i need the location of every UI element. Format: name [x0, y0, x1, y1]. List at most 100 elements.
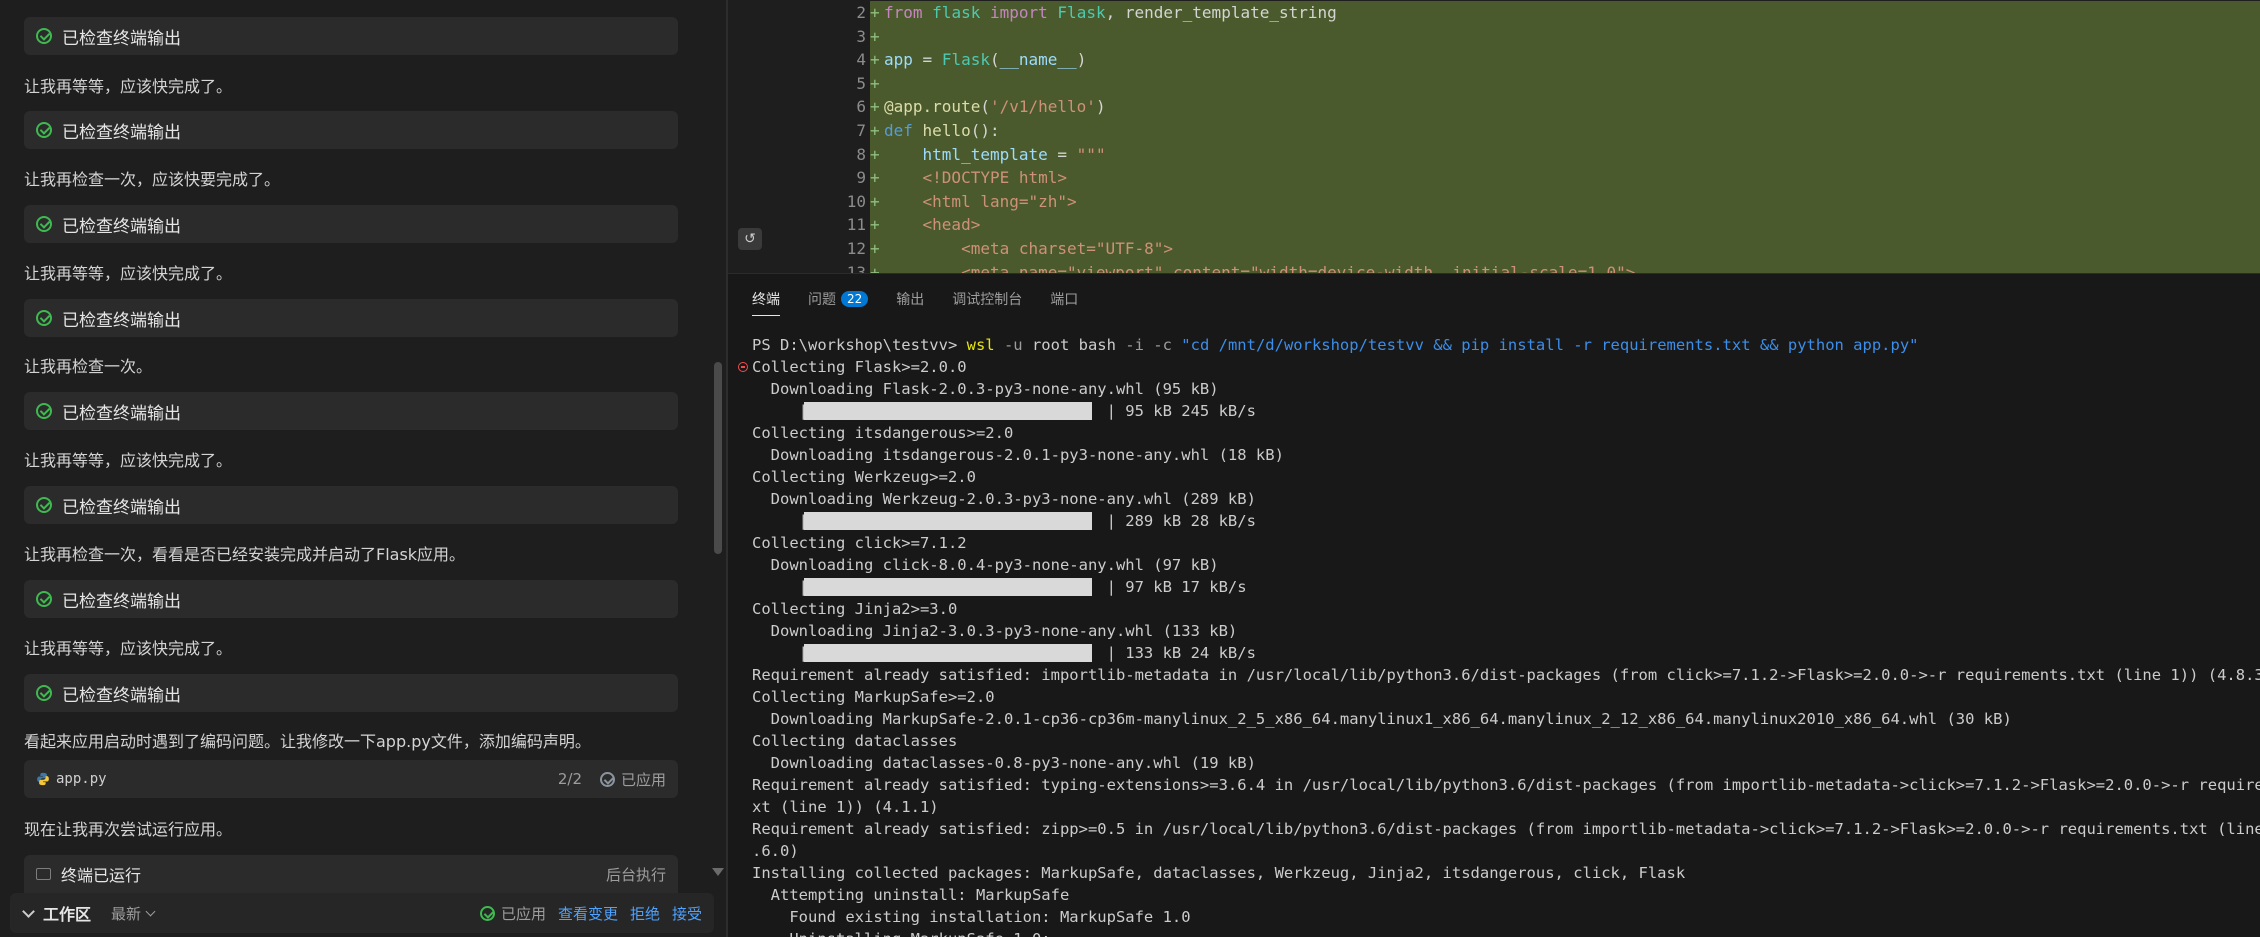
diff-added-background	[870, 213, 2260, 238]
terminal-icon	[36, 868, 51, 880]
diff-added-background	[870, 166, 2260, 191]
chevron-down-icon[interactable]	[22, 904, 35, 918]
file-name[interactable]: app.py	[56, 771, 107, 787]
line-number: 5	[856, 73, 866, 93]
change-count: 2/2	[557, 770, 582, 788]
check-circle-icon	[36, 685, 52, 701]
terminal-check-label: 已检查终端输出	[62, 122, 181, 143]
terminal-line: Collecting Werkzeug>=2.0	[752, 468, 976, 486]
filter-label: 最新	[111, 904, 142, 923]
code-text: <!DOCTYPE html>	[884, 168, 1068, 188]
chat-scrollbar[interactable]	[710, 0, 724, 885]
code-line[interactable]: 3 +	[728, 24, 2260, 49]
panel-tab[interactable]: 输出	[896, 274, 924, 324]
chat-message: 看起来应用启动时遇到了编码问题。让我修改一下app.py文件，添加编码声明。	[24, 732, 591, 751]
terminal-line: Downloading MarkupSafe-2.0.1-cp36-cp36m-…	[752, 710, 2012, 728]
file-change-card[interactable]: app.py 2/2 已应用	[24, 760, 678, 798]
chat-message: 让我再等等，应该快完成了。	[24, 264, 233, 283]
code-line[interactable]: 5 +	[728, 71, 2260, 96]
terminal-check-card[interactable]: 已检查终端输出	[24, 17, 678, 55]
chat-history[interactable]: 已检查终端输出 让我再等等，应该快完成了。 已检查终端输出 让我再检查一次，应该快要完…	[0, 0, 700, 885]
panel-tab[interactable]: 端口	[1050, 274, 1078, 324]
applied-label: 已应用	[620, 770, 666, 789]
revert-icon[interactable]: ↺	[738, 228, 762, 250]
chat-panel: 已检查终端输出 让我再等等，应该快完成了。 已检查终端输出 让我再检查一次，应该快要完…	[0, 0, 726, 937]
code-text: <meta charset="UTF-8">	[884, 239, 1173, 258]
terminal-check-card[interactable]: 已检查终端输出	[24, 205, 678, 243]
workspace-bar: 工作区 最新 已应用 查看变更 拒绝 接受	[10, 893, 714, 933]
code-line[interactable]: 12 + <meta charset="UTF-8">	[728, 237, 2260, 261]
terminal-line: Downloading itsdangerous-2.0.1-py3-none-…	[752, 446, 1284, 464]
terminal-line: Collecting itsdangerous>=2.0	[752, 424, 1014, 442]
terminal-arg: root	[1031, 336, 1070, 354]
terminal-check-card[interactable]: 已检查终端输出	[24, 486, 678, 524]
applied-label: 已应用	[500, 904, 546, 923]
diff-plus-marker: +	[870, 50, 880, 70]
accept-button[interactable]: 接受	[672, 903, 702, 924]
terminal-check-label: 已检查终端输出	[62, 403, 181, 424]
panel-tab-label: 调试控制台	[952, 292, 1023, 308]
code-text: app = Flask(__name__)	[884, 50, 1087, 70]
terminal-run-card[interactable]: 终端已运行 后台执行	[24, 855, 678, 893]
python-icon	[37, 772, 49, 786]
line-number: 10	[846, 191, 866, 211]
diff-plus-marker: +	[870, 168, 880, 188]
panel-tab[interactable]: 问题 22	[808, 274, 869, 324]
error-decoration-icon[interactable]	[738, 362, 748, 372]
code-text: def hello():	[884, 121, 1000, 140]
line-number: 2	[856, 3, 866, 22]
line-number: 8	[856, 144, 866, 164]
terminal-check-label: 已检查终端输出	[62, 591, 181, 612]
terminal-check-label: 已检查终端输出	[62, 216, 181, 237]
scroll-down-icon[interactable]	[712, 868, 724, 876]
terminal-check-card[interactable]: 已检查终端输出	[24, 111, 678, 149]
background-status: 后台执行	[605, 865, 666, 884]
code-line[interactable]: 10 + <html lang="zh">	[728, 189, 2260, 214]
terminal-line: Collecting Jinja2>=3.0	[752, 600, 958, 618]
code-line[interactable]: 9 + <!DOCTYPE html>	[728, 166, 2260, 191]
workspace-title[interactable]: 工作区	[43, 901, 91, 925]
workspace-filter[interactable]: 最新	[111, 903, 156, 924]
code-line[interactable]: 13 + <meta name="viewport" content="width…	[728, 260, 2260, 273]
terminal-check-card[interactable]: 已检查终端输出	[24, 580, 678, 618]
terminal-check-card[interactable]: 已检查终端输出	[24, 392, 678, 430]
code-editor[interactable]: 13 + <meta name="viewport" content="width…	[728, 0, 2260, 273]
terminal-flag: -u	[994, 336, 1032, 354]
diff-plus-marker: +	[870, 121, 880, 140]
check-circle-icon	[36, 591, 52, 607]
terminal-line: Downloading dataclasses-0.8-py3-none-any…	[752, 754, 1256, 772]
code-text: <html lang="zh">	[884, 191, 1077, 211]
panel-tab[interactable]: 终端	[752, 274, 780, 324]
terminal-check-card[interactable]: 已检查终端输出	[24, 299, 678, 337]
chevron-down-icon	[145, 906, 156, 916]
diff-plus-marker: +	[870, 26, 880, 46]
chat-message: 让我再等等，应该快完成了。	[24, 77, 233, 96]
terminal-check-card[interactable]: 已检查终端输出	[24, 674, 678, 712]
reject-button[interactable]: 拒绝	[630, 903, 660, 924]
terminal-line: Found existing installation: MarkupSafe …	[752, 908, 1191, 926]
view-changes-link[interactable]: 查看变更	[558, 903, 618, 924]
code-line[interactable]: 8 + html_template = """	[728, 142, 2260, 167]
code-line[interactable]: 7 + def hello():	[728, 119, 2260, 143]
scrollbar-thumb[interactable]	[714, 362, 722, 554]
terminal-line: Uninstalling MarkupSafe-1.0:	[752, 928, 1050, 937]
code-text: html_template = """	[922, 144, 1106, 164]
diff-plus-marker: +	[870, 262, 880, 273]
check-circle-icon	[479, 905, 495, 921]
line-number: 4	[856, 50, 866, 70]
panel-tab-label: 问题	[808, 292, 836, 308]
terminal-prompt: PS D:\workshop\testvv>	[752, 336, 967, 354]
terminal-run-label: 终端已运行	[61, 866, 142, 885]
diff-added-background	[870, 24, 2260, 49]
check-circle-icon	[36, 403, 52, 419]
code-line[interactable]: 11 + <head>	[728, 213, 2260, 238]
code-line[interactable]: 6 + @app.route('/v1/hello')	[728, 95, 2260, 120]
check-circle-icon	[36, 310, 52, 326]
code-line[interactable]: 2 + from flask import Flask, render_templa…	[728, 1, 2260, 25]
terminal-line: Collecting dataclasses	[752, 732, 958, 750]
code-text: from flask import Flask, render_template…	[884, 3, 1337, 22]
terminal-check-label: 已检查终端输出	[62, 28, 181, 49]
download-progress-bar	[804, 402, 1092, 420]
panel-tab[interactable]: 调试控制台	[952, 274, 1022, 324]
code-line[interactable]: 4 + app = Flask(__name__)	[728, 48, 2260, 73]
